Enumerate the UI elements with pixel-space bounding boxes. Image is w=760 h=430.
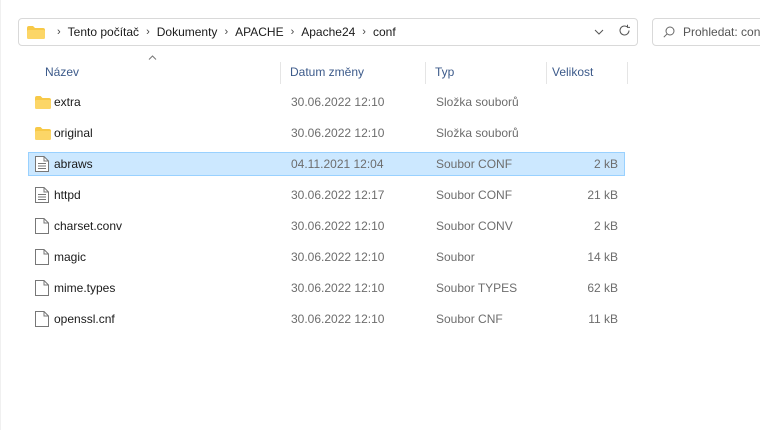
blank-file-icon	[35, 311, 49, 327]
file-date: 30.06.2022 12:10	[291, 219, 385, 233]
folder-icon	[27, 25, 45, 39]
breadcrumb-item[interactable]: APACHE	[234, 25, 284, 39]
file-date: 04.11.2021 12:04	[291, 157, 384, 171]
blank-file-icon	[35, 280, 49, 296]
file-date: 30.06.2022 12:17	[291, 188, 385, 202]
file-type: Soubor CONF	[436, 188, 513, 202]
file-size: 2 kB	[593, 157, 618, 171]
search-box[interactable]	[652, 18, 760, 46]
file-date: 30.06.2022 12:10	[291, 250, 385, 264]
file-name: extra	[54, 95, 81, 109]
file-row[interactable]: openssl.cnf 30.06.2022 12:10 Soubor CNF …	[28, 307, 625, 331]
folder-icon	[35, 125, 51, 141]
address-bar[interactable]: › Tento počítač › Dokumenty › APACHE › A…	[18, 18, 638, 46]
file-name: abraws	[54, 157, 93, 171]
file-name: httpd	[54, 188, 81, 202]
chevron-right-icon: ›	[146, 26, 150, 38]
file-row[interactable]: magic 30.06.2022 12:10 Soubor 14 kB	[28, 245, 625, 269]
file-type: Soubor	[436, 250, 475, 264]
breadcrumb-item[interactable]: Apache24	[300, 25, 356, 39]
file-size: 62 kB	[587, 281, 618, 295]
column-divider[interactable]	[425, 62, 426, 84]
column-header-type[interactable]: Typ	[435, 58, 454, 86]
breadcrumb-item[interactable]: Tento počítač	[67, 25, 140, 39]
window-edge	[0, 0, 1, 430]
file-date: 30.06.2022 12:10	[291, 312, 385, 326]
file-row[interactable]: original 30.06.2022 12:10 Složka souborů	[28, 121, 625, 145]
file-size: 2 kB	[593, 219, 618, 233]
column-header-name[interactable]: Název	[45, 58, 79, 86]
file-type: Složka souborů	[436, 126, 519, 140]
file-row[interactable]: httpd 30.06.2022 12:17 Soubor CONF 21 kB	[28, 183, 625, 207]
column-divider[interactable]	[280, 62, 281, 84]
chevron-right-icon: ›	[362, 26, 366, 38]
breadcrumb: › Tento počítač › Dokumenty › APACHE › A…	[51, 25, 587, 39]
file-row[interactable]: abraws 04.11.2021 12:04 Soubor CONF 2 kB	[28, 152, 625, 176]
file-name: charset.conv	[54, 219, 123, 233]
file-type: Soubor CNF	[436, 312, 503, 326]
column-divider[interactable]	[546, 62, 547, 84]
chevron-right-icon: ›	[290, 26, 295, 38]
file-date: 30.06.2022 12:10	[291, 95, 385, 109]
file-name: openssl.cnf	[54, 312, 115, 326]
file-row[interactable]: extra 30.06.2022 12:10 Složka souborů	[28, 90, 625, 114]
file-size: 21 kB	[587, 188, 618, 202]
file-row[interactable]: charset.conv 30.06.2022 12:10 Soubor CON…	[28, 214, 625, 238]
file-type: Soubor TYPES	[436, 281, 518, 295]
file-size: 14 kB	[587, 250, 618, 264]
file-name: original	[54, 126, 93, 140]
blank-file-icon	[35, 218, 49, 234]
column-header-date[interactable]: Datum změny	[290, 58, 364, 86]
column-header-size[interactable]: Velikost	[552, 58, 593, 86]
search-input[interactable]	[683, 25, 760, 39]
file-name: magic	[54, 250, 87, 264]
file-size: 11 kB	[588, 312, 618, 326]
file-type: Soubor CONV	[436, 219, 513, 233]
column-divider[interactable]	[627, 62, 628, 84]
breadcrumb-item[interactable]: conf	[372, 25, 397, 39]
file-name: mime.types	[54, 281, 116, 295]
chevron-right-icon: ›	[224, 26, 229, 38]
folder-icon	[35, 94, 51, 110]
text-file-icon	[35, 156, 49, 172]
sort-up-icon	[148, 52, 157, 63]
chevron-right-icon: ›	[57, 26, 61, 38]
refresh-icon[interactable]	[611, 24, 637, 40]
file-type: Složka souborů	[436, 95, 519, 109]
search-icon	[663, 26, 675, 38]
text-file-icon	[35, 187, 49, 203]
file-date: 30.06.2022 12:10	[291, 126, 385, 140]
file-row[interactable]: mime.types 30.06.2022 12:10 Soubor TYPES…	[28, 276, 625, 300]
file-date: 30.06.2022 12:10	[291, 281, 385, 295]
chevron-down-icon[interactable]	[587, 27, 611, 38]
blank-file-icon	[35, 249, 49, 265]
file-type: Soubor CONF	[436, 157, 513, 171]
breadcrumb-item[interactable]: Dokumenty	[156, 25, 219, 39]
column-header-row: Název Datum změny Typ Velikost	[28, 55, 628, 86]
